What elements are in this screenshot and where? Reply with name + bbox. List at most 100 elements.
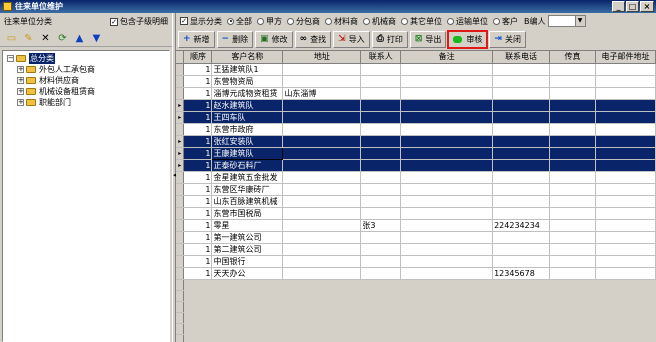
expand-icon[interactable]: +: [17, 88, 24, 95]
cell-contact[interactable]: [360, 111, 402, 124]
table-row[interactable]: 1 东营市政府: [176, 123, 656, 136]
open-folder-icon[interactable]: ▭: [5, 32, 18, 45]
cell-email[interactable]: [595, 63, 656, 76]
import-button[interactable]: ⇲ 导入: [333, 30, 370, 48]
checkbox-box[interactable]: ✓: [110, 17, 118, 26]
row-indicator[interactable]: [176, 255, 185, 268]
print-button[interactable]: ⎙ 打印: [371, 30, 408, 48]
column-header[interactable]: 顺序: [183, 51, 213, 64]
cell-contact[interactable]: 张3: [360, 219, 402, 232]
expand-icon[interactable]: +: [17, 99, 24, 106]
cell-fax[interactable]: [549, 87, 596, 100]
minimize-button[interactable]: _: [612, 1, 625, 12]
cell-name[interactable]: 东营区华康砖厂: [211, 183, 284, 196]
radio-circle[interactable]: [447, 17, 454, 25]
cell-addr[interactable]: [282, 99, 362, 112]
cell-seq[interactable]: 1: [183, 135, 213, 148]
cell-name[interactable]: 中国银行: [211, 255, 284, 268]
cell-addr[interactable]: [282, 243, 362, 256]
cell-email[interactable]: [595, 111, 656, 124]
cell-name[interactable]: 王四车队: [211, 111, 284, 124]
row-indicator[interactable]: [176, 63, 185, 76]
cell-phone[interactable]: [492, 183, 551, 196]
column-header[interactable]: 联系电话: [492, 51, 551, 64]
type-radio[interactable]: 机械商: [358, 16, 396, 27]
cell-fax[interactable]: [549, 99, 596, 112]
table-row[interactable]: 1 中国银行: [176, 255, 656, 268]
cell-email[interactable]: [595, 243, 656, 256]
row-indicator[interactable]: [176, 219, 185, 232]
cell-note[interactable]: [400, 243, 494, 256]
cell-contact[interactable]: [360, 63, 402, 76]
cell-fax[interactable]: [549, 75, 596, 88]
edit-folder-icon[interactable]: ✎: [22, 32, 35, 45]
cell-fax[interactable]: [549, 171, 596, 184]
cell-seq[interactable]: 1: [183, 159, 213, 172]
column-header[interactable]: 联系人: [360, 51, 402, 64]
expand-icon[interactable]: +: [17, 66, 24, 73]
cell-fax[interactable]: [549, 231, 596, 244]
cell-seq[interactable]: 1: [183, 99, 213, 112]
cell-seq[interactable]: 1: [183, 219, 213, 232]
cell-name[interactable]: 王猛建筑队1: [211, 63, 284, 76]
cell-note[interactable]: [400, 195, 494, 208]
cell-contact[interactable]: [360, 183, 402, 196]
table-row[interactable]: ▸ 1 张红安装队: [176, 135, 656, 148]
tree-node[interactable]: − 总分类: [7, 53, 169, 64]
cell-fax[interactable]: [549, 255, 596, 268]
export-button[interactable]: ⊠ 导出: [409, 30, 447, 48]
cell-name[interactable]: 山东百脉建筑机械: [211, 195, 284, 208]
radio-circle[interactable]: [363, 17, 370, 25]
cell-note[interactable]: [400, 255, 494, 268]
type-radio[interactable]: 运输单位: [442, 16, 488, 27]
cell-seq[interactable]: 1: [183, 231, 213, 244]
cell-note[interactable]: [400, 87, 494, 100]
cell-fax[interactable]: [549, 267, 596, 280]
cell-addr[interactable]: [282, 231, 362, 244]
radio-circle[interactable]: [227, 17, 234, 25]
cell-contact[interactable]: [360, 255, 402, 268]
audit-button[interactable]: 审核: [447, 29, 489, 49]
cell-seq[interactable]: 1: [183, 147, 213, 160]
cell-note[interactable]: [400, 123, 494, 136]
type-radio[interactable]: 甲方: [252, 16, 282, 27]
cell-note[interactable]: [400, 99, 494, 112]
cell-seq[interactable]: 1: [183, 243, 213, 256]
type-radio[interactable]: 客户: [488, 16, 518, 27]
cell-note[interactable]: [400, 63, 494, 76]
cell-email[interactable]: [595, 267, 656, 280]
cell-addr[interactable]: [282, 123, 362, 136]
cell-contact[interactable]: [360, 87, 402, 100]
tree-node[interactable]: + 机械设备租赁商: [7, 86, 169, 97]
checkbox-box[interactable]: ✓: [180, 17, 188, 25]
radio-circle[interactable]: [257, 17, 264, 25]
maximize-button[interactable]: □: [626, 1, 639, 12]
cell-phone[interactable]: 224234234: [492, 219, 551, 232]
row-indicator[interactable]: [176, 171, 185, 184]
cell-fax[interactable]: [549, 207, 596, 220]
find-button[interactable]: ∞ 查找: [294, 30, 332, 48]
radio-circle[interactable]: [287, 17, 294, 25]
cell-note[interactable]: [400, 267, 494, 280]
delete-button[interactable]: − 删除: [216, 30, 254, 48]
cell-email[interactable]: [595, 183, 656, 196]
cell-seq[interactable]: 1: [183, 183, 213, 196]
cell-phone[interactable]: [492, 123, 551, 136]
cell-email[interactable]: [595, 171, 656, 184]
cell-addr[interactable]: [282, 207, 362, 220]
row-indicator[interactable]: ▸: [176, 99, 185, 112]
row-indicator[interactable]: ▸: [176, 147, 185, 160]
cell-addr[interactable]: [282, 255, 362, 268]
cell-note[interactable]: [400, 219, 494, 232]
cell-fax[interactable]: [549, 123, 596, 136]
cell-name[interactable]: 正泰砂石料厂: [211, 159, 284, 172]
table-row[interactable]: ▸ 1 赵水建筑队: [176, 99, 656, 112]
cell-phone[interactable]: [492, 87, 551, 100]
cell-addr[interactable]: [282, 183, 362, 196]
cell-fax[interactable]: [549, 195, 596, 208]
cell-email[interactable]: [595, 207, 656, 220]
cell-phone[interactable]: [492, 147, 551, 160]
cell-note[interactable]: [400, 183, 494, 196]
cell-contact[interactable]: [360, 147, 402, 160]
cell-phone[interactable]: [492, 195, 551, 208]
